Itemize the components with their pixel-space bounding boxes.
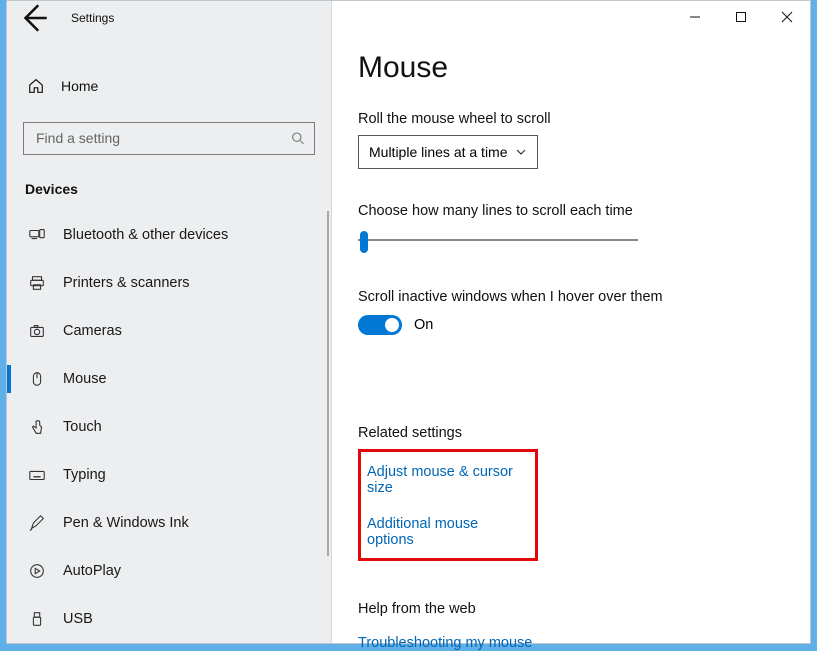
- lines-slider[interactable]: [358, 229, 638, 255]
- scroll-mode-label: Roll the mouse wheel to scroll: [358, 111, 810, 127]
- keyboard-icon: [27, 466, 47, 484]
- autoplay-icon: [27, 562, 47, 580]
- search-icon: [291, 131, 304, 145]
- camera-icon: [27, 322, 47, 340]
- arrow-left-icon: [17, 1, 51, 35]
- sidebar-item-autoplay[interactable]: AutoPlay: [7, 547, 331, 595]
- pen-icon: [27, 514, 47, 532]
- sidebar-nav: Bluetooth & other devices Printers & sca…: [7, 211, 331, 643]
- sidebar: Settings Home Devices Bluetooth & other …: [7, 1, 332, 643]
- slider-track: [358, 239, 638, 241]
- related-settings-head: Related settings: [358, 425, 810, 441]
- back-button[interactable]: [17, 1, 51, 35]
- usb-icon: [27, 610, 47, 628]
- sidebar-item-cameras[interactable]: Cameras: [7, 307, 331, 355]
- related-links-highlight: Adjust mouse & cursor size Additional mo…: [358, 449, 538, 561]
- home-label: Home: [61, 78, 98, 94]
- maximize-icon: [735, 11, 747, 23]
- search-box[interactable]: [23, 122, 315, 155]
- sidebar-scrollbar[interactable]: [327, 211, 329, 556]
- mouse-icon: [27, 370, 47, 388]
- printer-icon: [27, 274, 47, 292]
- sidebar-item-label: Mouse: [63, 371, 107, 387]
- home-icon: [27, 77, 45, 95]
- inactive-label: Scroll inactive windows when I hover ove…: [358, 289, 810, 305]
- toggle-state: On: [414, 317, 433, 333]
- help-head: Help from the web: [358, 601, 810, 617]
- window-controls: [672, 1, 810, 33]
- sidebar-item-label: Touch: [63, 419, 102, 435]
- combo-value: Multiple lines at a time: [369, 144, 508, 160]
- sidebar-item-label: USB: [63, 611, 93, 627]
- maximize-button[interactable]: [718, 1, 764, 33]
- lines-label: Choose how many lines to scroll each tim…: [358, 203, 810, 219]
- close-button[interactable]: [764, 1, 810, 33]
- sidebar-item-mouse[interactable]: Mouse: [7, 355, 331, 403]
- sidebar-item-printers[interactable]: Printers & scanners: [7, 259, 331, 307]
- sidebar-item-label: Printers & scanners: [63, 275, 190, 291]
- sidebar-item-label: AutoPlay: [63, 563, 121, 579]
- link-troubleshoot[interactable]: Troubleshooting my mouse: [358, 635, 810, 651]
- close-icon: [781, 11, 793, 23]
- sidebar-item-label: Typing: [63, 467, 106, 483]
- link-adjust-cursor[interactable]: Adjust mouse & cursor size: [367, 464, 527, 496]
- settings-window: Settings Home Devices Bluetooth & other …: [6, 0, 811, 644]
- scroll-mode-combo[interactable]: Multiple lines at a time: [358, 135, 538, 169]
- toggle-knob: [385, 318, 399, 332]
- sidebar-item-usb[interactable]: USB: [7, 595, 331, 643]
- sidebar-item-label: Pen & Windows Ink: [63, 515, 189, 531]
- page-title: Mouse: [358, 51, 810, 85]
- window-title: Settings: [71, 11, 114, 25]
- home-button[interactable]: Home: [7, 65, 331, 108]
- sidebar-item-bluetooth[interactable]: Bluetooth & other devices: [7, 211, 331, 259]
- sidebar-item-pen[interactable]: Pen & Windows Ink: [7, 499, 331, 547]
- touch-icon: [27, 418, 47, 436]
- chevron-down-icon: [515, 146, 527, 158]
- search-input[interactable]: [34, 129, 291, 147]
- minimize-icon: [689, 11, 701, 23]
- titlebar: Settings: [7, 1, 331, 35]
- devices-icon: [27, 226, 47, 244]
- content-pane: Mouse Roll the mouse wheel to scroll Mul…: [332, 1, 810, 643]
- sidebar-item-typing[interactable]: Typing: [7, 451, 331, 499]
- sidebar-item-label: Cameras: [63, 323, 122, 339]
- link-additional-options[interactable]: Additional mouse options: [367, 516, 527, 548]
- sidebar-item-touch[interactable]: Touch: [7, 403, 331, 451]
- minimize-button[interactable]: [672, 1, 718, 33]
- slider-thumb[interactable]: [360, 231, 368, 253]
- section-title: Devices: [7, 155, 331, 205]
- sidebar-item-label: Bluetooth & other devices: [63, 227, 228, 243]
- inactive-toggle[interactable]: [358, 315, 402, 335]
